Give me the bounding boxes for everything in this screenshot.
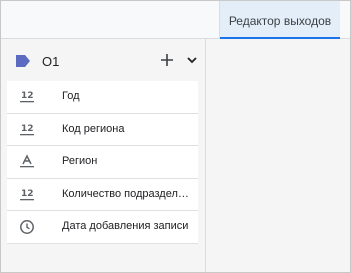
app-window: Редактор выходов O1 12 Год 12 Код регион… bbox=[0, 0, 351, 273]
list-item[interactable]: Регион bbox=[7, 146, 198, 179]
text-type-icon bbox=[20, 154, 34, 168]
field-label: Количество подразделений bbox=[62, 187, 190, 200]
field-label: Год bbox=[62, 90, 80, 102]
add-field-button[interactable] bbox=[158, 51, 176, 69]
chevron-down-icon[interactable] bbox=[185, 52, 199, 68]
list-item[interactable]: Дата добавления записи bbox=[7, 211, 198, 244]
top-toolbar: Редактор выходов bbox=[1, 1, 350, 39]
tab-output-editor[interactable]: Редактор выходов bbox=[220, 1, 340, 39]
fields-panel: O1 12 Год 12 Код региона Регион 12 Колич… bbox=[1, 39, 205, 272]
number-type-icon: 12 bbox=[20, 189, 34, 200]
field-list: 12 Год 12 Код региона Регион 12 Количест… bbox=[7, 81, 198, 244]
group-name: O1 bbox=[42, 54, 60, 69]
field-label: Код региона bbox=[62, 122, 125, 135]
svg-text:12: 12 bbox=[21, 91, 34, 101]
svg-text:12: 12 bbox=[21, 124, 34, 134]
field-label: Дата добавления записи bbox=[62, 220, 189, 232]
list-item[interactable]: 12 Год bbox=[7, 81, 198, 114]
list-item[interactable]: 12 Код региона bbox=[7, 113, 198, 146]
number-type-icon: 12 bbox=[20, 91, 34, 103]
group-header[interactable]: O1 bbox=[1, 49, 205, 73]
number-type-icon: 12 bbox=[20, 124, 34, 135]
tag-icon bbox=[16, 55, 30, 67]
field-label: Регион bbox=[62, 155, 98, 167]
output-editor-panel bbox=[206, 39, 350, 272]
tab-label: Редактор выходов bbox=[228, 14, 332, 28]
tab-divider bbox=[219, 1, 220, 39]
list-item[interactable]: 12 Количество подразделений bbox=[7, 178, 198, 211]
clock-icon bbox=[20, 220, 34, 234]
svg-text:12: 12 bbox=[21, 189, 34, 199]
